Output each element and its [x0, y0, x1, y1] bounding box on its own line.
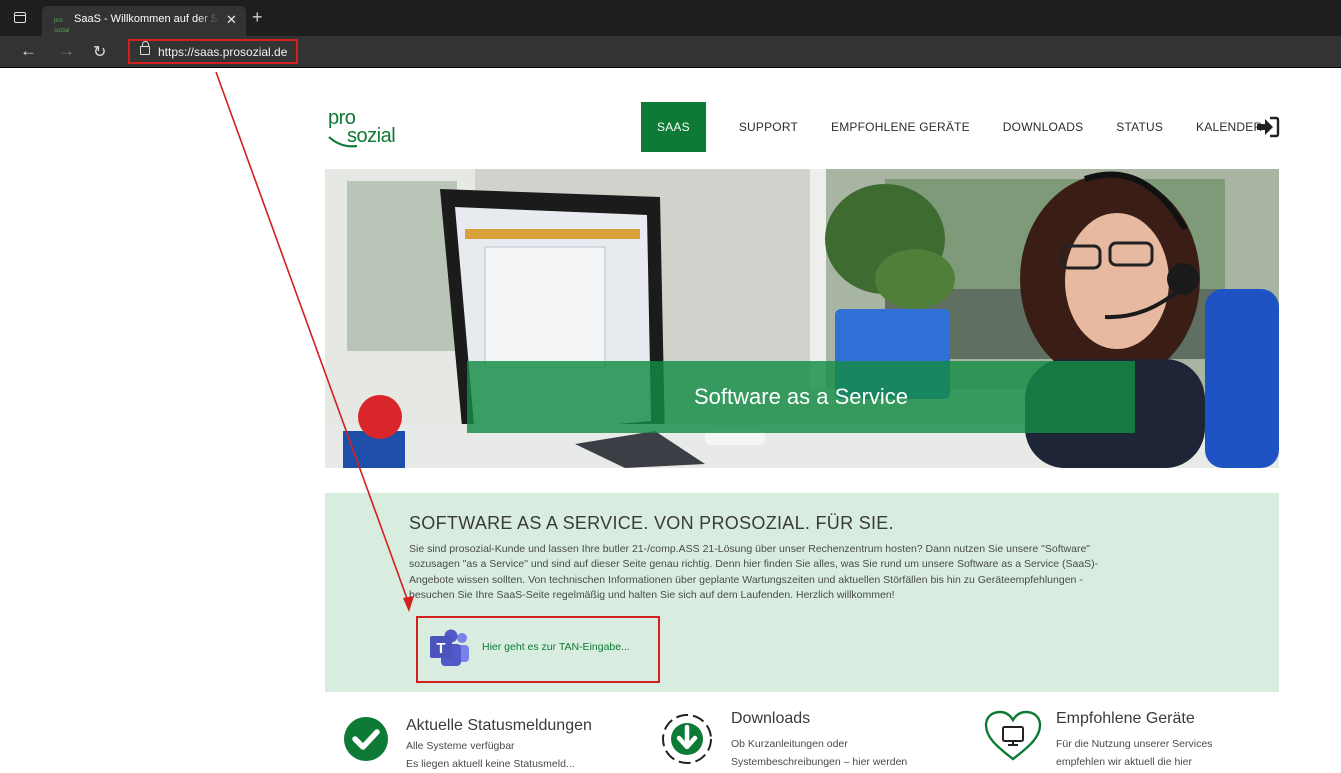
browser-tab[interactable]: pro sozial SaaS - Willkommen auf der Saa… [42, 6, 246, 36]
address-url: https://saas.prosozial.de [158, 45, 288, 59]
intro-section: SOFTWARE AS A SERVICE. VON PROSOZIAL. FÜ… [325, 493, 1279, 692]
feature-geraete-line: empfehlen wir aktuell die hier [1056, 756, 1192, 768]
login-icon[interactable] [1256, 116, 1280, 138]
window-menu-icon[interactable] [14, 12, 26, 23]
nav-item-saas[interactable]: SAAS [641, 102, 706, 152]
feature-status-title[interactable]: Aktuelle Statusmeldungen [406, 717, 592, 735]
feature-downloads-line: Ob Kurzanleitungen oder [731, 738, 848, 750]
heart-monitor-icon [984, 710, 1042, 761]
browser-toolbar: ← → ↻ https://saas.prosozial.de [0, 36, 1341, 68]
tab-title: SaaS - Willkommen auf der SaaS-Seite [74, 13, 219, 25]
back-icon[interactable]: ← [20, 41, 37, 61]
close-tab-icon[interactable]: ✕ [226, 12, 237, 28]
reload-icon[interactable]: ↻ [93, 42, 106, 62]
browser-tab-bar: pro sozial SaaS - Willkommen auf der Saa… [0, 0, 1341, 36]
feature-downloads-line: Systembeschreibungen – hier werden [731, 756, 908, 768]
prosozial-logo[interactable]: pro sozial [327, 107, 417, 149]
address-bar[interactable]: https://saas.prosozial.de [128, 39, 298, 64]
intro-line: Sie sind prosozial-Kunde und lassen Ihre… [409, 543, 1091, 555]
intro-line: besuchen Sie Ihre SaaS-Seite regelmäßig … [409, 588, 895, 601]
nav-item-downloads[interactable]: DOWNLOADS [1003, 120, 1083, 134]
teams-icon-letter: T [436, 640, 445, 657]
microsoft-teams-icon[interactable]: T [429, 627, 471, 669]
nav-item-status[interactable]: STATUS [1116, 120, 1163, 134]
feature-status-line: Es liegen aktuell keine Statusmeld... [406, 758, 575, 770]
intro-line: Angebote wissen sollten. Von technischen… [409, 573, 1083, 586]
main-navigation: SAAS SUPPORT EMPFOHLENE GERÄTE DOWNLOADS… [641, 102, 1262, 152]
download-icon [662, 714, 712, 764]
tan-entry-link[interactable]: Hier geht es zur TAN-Eingabe... [482, 641, 630, 653]
intro-paragraph: Sie sind prosozial-Kunde und lassen Ihre… [409, 542, 1209, 603]
tab-favicon-icon: pro sozial [54, 18, 70, 34]
tan-entry-link-highlight[interactable]: T Hier geht es zur TAN-Eingabe... [416, 616, 660, 683]
feature-status-line: Alle Systeme verfügbar [406, 740, 515, 752]
feature-downloads-title[interactable]: Downloads [731, 710, 810, 728]
hero-title: Software as a Service [694, 384, 908, 409]
hero-image: Software as a Service [325, 169, 1279, 468]
forward-icon[interactable]: → [58, 41, 75, 61]
hero-banner: Software as a Service [467, 361, 1135, 433]
intro-line: sozusagen "as a Service" und sind auf di… [409, 558, 1099, 571]
new-tab-icon[interactable]: + [252, 7, 263, 28]
lock-icon [140, 41, 150, 55]
logo-text-sozial: sozial [347, 125, 395, 147]
check-circle-icon [344, 717, 388, 761]
nav-item-empfohlene-geraete[interactable]: EMPFOHLENE GERÄTE [831, 120, 970, 134]
feature-geraete-line: Für die Nutzung unserer Services [1056, 738, 1213, 750]
screenshot-frame: pro sozial SaaS - Willkommen auf der Saa… [0, 0, 1341, 773]
intro-heading: SOFTWARE AS A SERVICE. VON PROSOZIAL. FÜ… [409, 513, 894, 533]
nav-item-kalender[interactable]: KALENDER [1196, 120, 1262, 134]
nav-item-support[interactable]: SUPPORT [739, 120, 798, 134]
feature-geraete-title[interactable]: Empfohlene Geräte [1056, 710, 1195, 728]
